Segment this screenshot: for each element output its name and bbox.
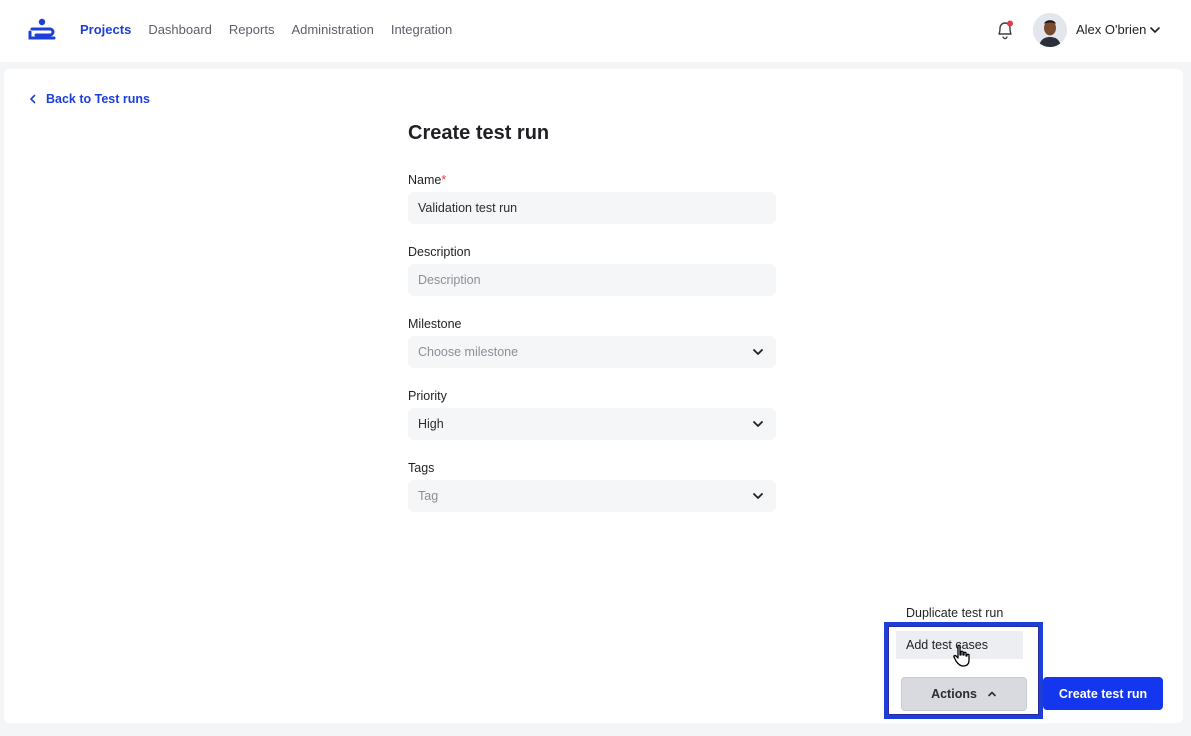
priority-select[interactable]: High	[408, 408, 776, 440]
back-to-test-runs-link[interactable]: Back to Test runs	[28, 92, 150, 106]
actions-button[interactable]: Actions	[901, 677, 1027, 711]
hand-cursor-icon	[953, 644, 970, 667]
top-navigation-bar: Projects Dashboard Reports Administratio…	[0, 0, 1191, 62]
chevron-down-icon	[753, 349, 763, 355]
name-input[interactable]	[418, 201, 776, 215]
actions-button-label: Actions	[931, 687, 977, 701]
chevron-left-icon	[30, 94, 36, 104]
priority-label: Priority	[408, 389, 447, 403]
nav-item-reports[interactable]: Reports	[229, 22, 275, 37]
chevron-down-icon[interactable]	[1149, 24, 1161, 36]
milestone-placeholder: Choose milestone	[418, 345, 519, 359]
back-link-label: Back to Test runs	[46, 92, 150, 106]
milestone-select[interactable]: Choose milestone	[408, 336, 776, 368]
tags-label: Tags	[408, 461, 435, 475]
create-test-run-button[interactable]: Create test run	[1043, 677, 1163, 710]
avatar-portrait-icon	[1033, 13, 1067, 47]
nav-item-integration[interactable]: Integration	[391, 22, 452, 37]
app-logo-icon[interactable]	[28, 18, 56, 42]
description-input[interactable]	[418, 273, 776, 287]
notification-bell-icon[interactable]	[996, 20, 1014, 40]
name-label: Name*	[408, 173, 446, 187]
main-nav: Projects Dashboard Reports Administratio…	[80, 22, 452, 37]
actions-menu: Duplicate test run Add test cases	[896, 514, 1024, 664]
required-mark: *	[441, 173, 447, 187]
menu-item-duplicate-test-run[interactable]: Duplicate test run	[896, 599, 1023, 627]
user-avatar[interactable]	[1033, 13, 1067, 47]
chevron-down-icon	[753, 421, 763, 427]
nav-item-projects[interactable]: Projects	[80, 22, 131, 37]
nav-item-dashboard[interactable]: Dashboard	[148, 22, 212, 37]
priority-value: High	[418, 417, 444, 431]
name-field[interactable]	[408, 192, 776, 224]
nav-item-administration[interactable]: Administration	[291, 22, 373, 37]
description-field[interactable]	[408, 264, 776, 296]
chevron-down-icon	[753, 493, 763, 499]
milestone-label: Milestone	[408, 317, 462, 331]
tags-select[interactable]: Tag	[408, 480, 776, 512]
user-name[interactable]: Alex O'brien	[1076, 22, 1146, 37]
page-title: Create test run	[408, 122, 550, 144]
chevron-up-icon	[988, 691, 996, 697]
tags-placeholder: Tag	[418, 489, 439, 503]
name-label-text: Name	[408, 173, 442, 187]
description-label: Description	[408, 245, 471, 259]
